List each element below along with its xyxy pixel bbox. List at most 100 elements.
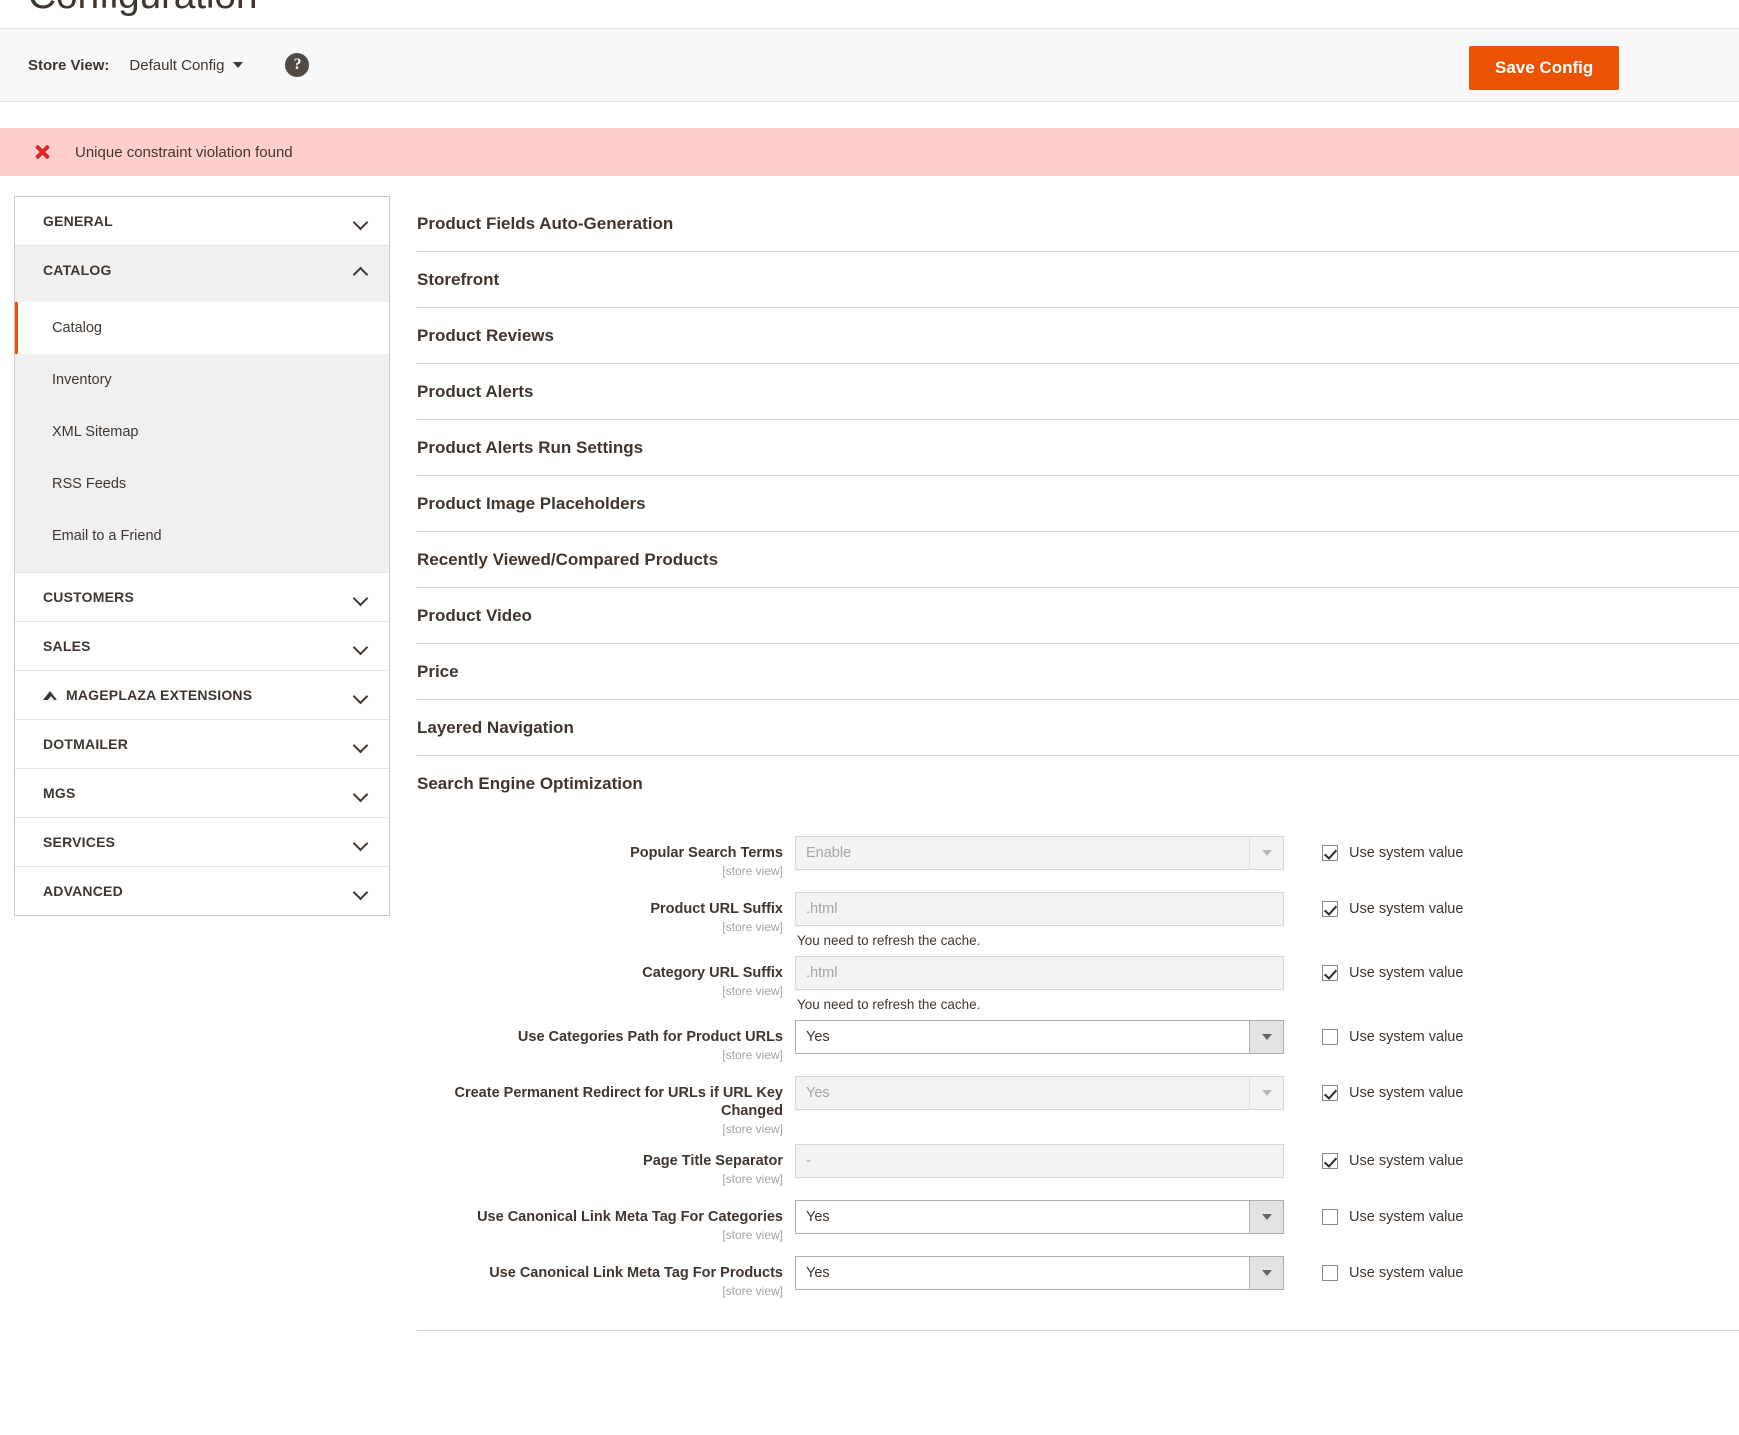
use-system-value-checkbox[interactable] — [1322, 965, 1338, 981]
field-scope: [store view] — [722, 1122, 783, 1137]
nav-section-dotmailer[interactable]: DOTMAILER — [15, 720, 389, 769]
error-message-text: Unique constraint violation found — [75, 143, 293, 161]
input-value: - — [806, 1153, 811, 1170]
category-url-suffix-input[interactable]: .html — [795, 956, 1284, 990]
nav-section-sales-header[interactable]: SALES — [15, 622, 389, 670]
section-storefront[interactable]: Storefront — [417, 252, 1739, 308]
sidebar-item-inventory[interactable]: Inventory — [15, 354, 389, 406]
use-system-value-checkbox[interactable] — [1322, 845, 1338, 861]
nav-section-general[interactable]: GENERAL — [15, 197, 389, 246]
use-system-value-label: Use system value — [1349, 1209, 1464, 1226]
field-label: Use Canonical Link Meta Tag For Products — [489, 1265, 783, 1282]
sidebar-item-email-to-a-friend[interactable]: Email to a Friend — [15, 510, 389, 562]
create-permanent-redirect-select[interactable]: Yes — [795, 1076, 1284, 1110]
section-product-video[interactable]: Product Video — [417, 588, 1739, 644]
section-product-image-placeholders[interactable]: Product Image Placeholders — [417, 476, 1739, 532]
input-value: .html — [806, 901, 838, 917]
nav-section-mageplaza-extensions[interactable]: MAGEPLAZA EXTENSIONS — [15, 671, 389, 720]
sidebar-item-xml-sitemap[interactable]: XML Sitemap — [15, 406, 389, 458]
nav-section-services-label: SERVICES — [43, 834, 116, 850]
use-system-value-checkbox[interactable] — [1322, 901, 1338, 917]
nav-section-sales[interactable]: SALES — [15, 622, 389, 671]
nav-section-services[interactable]: SERVICES — [15, 818, 389, 867]
section-layered-navigation[interactable]: Layered Navigation — [417, 700, 1739, 756]
nav-section-catalog[interactable]: CATALOG Catalog Inventory XML Sitemap RS… — [15, 246, 389, 573]
section-price[interactable]: Price — [417, 644, 1739, 700]
use-system-value-label: Use system value — [1349, 1029, 1464, 1045]
field-label: Category URL Suffix — [642, 965, 783, 981]
chevron-down-icon — [354, 787, 367, 800]
field-label: Popular Search Terms — [630, 845, 783, 861]
chevron-down-icon — [354, 640, 367, 653]
sidebar-item-rss-feeds[interactable]: RSS Feeds — [15, 458, 389, 510]
select-value: Yes — [806, 1085, 830, 1101]
chevron-down-icon — [354, 738, 367, 751]
field-note: You need to refresh the cache. — [797, 997, 981, 1012]
use-system-value-checkbox[interactable] — [1322, 1085, 1338, 1101]
field-scope: [store view] — [722, 984, 783, 999]
sidebar-item-label: XML Sitemap — [52, 424, 139, 440]
nav-section-advanced[interactable]: ADVANCED — [15, 867, 389, 915]
fieldset-divider — [417, 1330, 1739, 1332]
field-scope: [store view] — [722, 1172, 783, 1187]
save-config-button[interactable]: Save Config — [1469, 46, 1620, 90]
nav-section-mgs-header[interactable]: MGS — [15, 769, 389, 817]
field-label: Page Title Separator — [643, 1153, 783, 1170]
use-system-value-checkbox[interactable] — [1322, 1153, 1338, 1170]
nav-section-general-header[interactable]: GENERAL — [15, 197, 389, 245]
select-value: Yes — [806, 1029, 830, 1045]
field-scope: [store view] — [722, 1284, 783, 1299]
use-system-value-label: Use system value — [1349, 845, 1464, 861]
nav-section-mageplaza-extensions-label: MAGEPLAZA EXTENSIONS — [66, 687, 253, 703]
field-label: Create Permanent Redirect for URLs if UR… — [454, 1085, 784, 1120]
use-system-value-checkbox[interactable] — [1322, 1209, 1338, 1226]
nav-section-mgs[interactable]: MGS — [15, 769, 389, 818]
field-label: Product URL Suffix — [650, 901, 783, 917]
use-system-value-checkbox[interactable] — [1322, 1029, 1338, 1045]
section-product-alerts-run-settings[interactable]: Product Alerts Run Settings — [417, 420, 1739, 476]
popular-search-terms-select[interactable]: Enable — [795, 836, 1284, 870]
section-product-fields-auto-generation[interactable]: Product Fields Auto-Generation — [417, 196, 1739, 252]
help-icon[interactable]: ? — [285, 53, 310, 77]
nav-section-customers-label: CUSTOMERS — [43, 589, 134, 605]
product-url-suffix-input[interactable]: .html — [795, 892, 1284, 926]
nav-section-general-label: GENERAL — [43, 213, 113, 229]
canonical-link-categories-select[interactable]: Yes — [795, 1200, 1284, 1235]
chevron-down-icon — [354, 591, 367, 604]
field-product-url-suffix: Product URL Suffix [store view] .html Yo… — [417, 892, 1739, 948]
field-scope: [store view] — [722, 1228, 783, 1243]
page-title: Configuration — [28, 0, 258, 18]
mageplaza-logo-icon — [43, 689, 58, 702]
nav-section-customers[interactable]: CUSTOMERS — [15, 573, 389, 622]
select-value: Enable — [806, 845, 852, 861]
store-view-label: Store View: — [28, 56, 110, 74]
use-system-value-label: Use system value — [1349, 965, 1464, 981]
use-system-value-checkbox[interactable] — [1322, 1265, 1338, 1282]
section-recently-viewed-compared-products[interactable]: Recently Viewed/Compared Products — [417, 532, 1739, 588]
error-message-banner: Unique constraint violation found — [0, 128, 1739, 176]
use-system-value-label: Use system value — [1349, 1153, 1464, 1170]
section-product-reviews[interactable]: Product Reviews — [417, 308, 1739, 364]
page-title-separator-input[interactable]: - — [795, 1144, 1284, 1179]
field-label: Use Categories Path for Product URLs — [517, 1029, 783, 1045]
nav-section-dotmailer-header[interactable]: DOTMAILER — [15, 720, 389, 768]
nav-section-catalog-header[interactable]: CATALOG — [15, 246, 389, 294]
sidebar-item-catalog[interactable]: Catalog — [15, 302, 389, 354]
nav-section-mageplaza-extensions-header[interactable]: MAGEPLAZA EXTENSIONS — [15, 671, 389, 719]
field-category-url-suffix: Category URL Suffix [store view] .html Y… — [417, 956, 1739, 1012]
nav-section-customers-header[interactable]: CUSTOMERS — [15, 573, 389, 621]
section-product-alerts[interactable]: Product Alerts — [417, 364, 1739, 420]
chevron-down-icon — [1249, 1021, 1283, 1053]
nav-section-services-header[interactable]: SERVICES — [15, 818, 389, 866]
chevron-down-icon — [354, 836, 367, 849]
canonical-link-products-select[interactable]: Yes — [795, 1256, 1284, 1291]
nav-section-advanced-header[interactable]: ADVANCED — [15, 867, 389, 915]
use-categories-path-select[interactable]: Yes — [795, 1020, 1284, 1054]
store-view-switcher[interactable]: Default Config — [129, 57, 244, 74]
use-system-value-label: Use system value — [1349, 1265, 1464, 1282]
nav-section-catalog-label: CATALOG — [43, 262, 112, 278]
sidebar-item-label: Email to a Friend — [52, 528, 162, 544]
section-search-engine-optimization[interactable]: Search Engine Optimization — [417, 756, 1739, 812]
nav-section-sales-label: SALES — [43, 638, 91, 654]
config-content: Product Fields Auto-Generation Storefron… — [417, 196, 1739, 1332]
